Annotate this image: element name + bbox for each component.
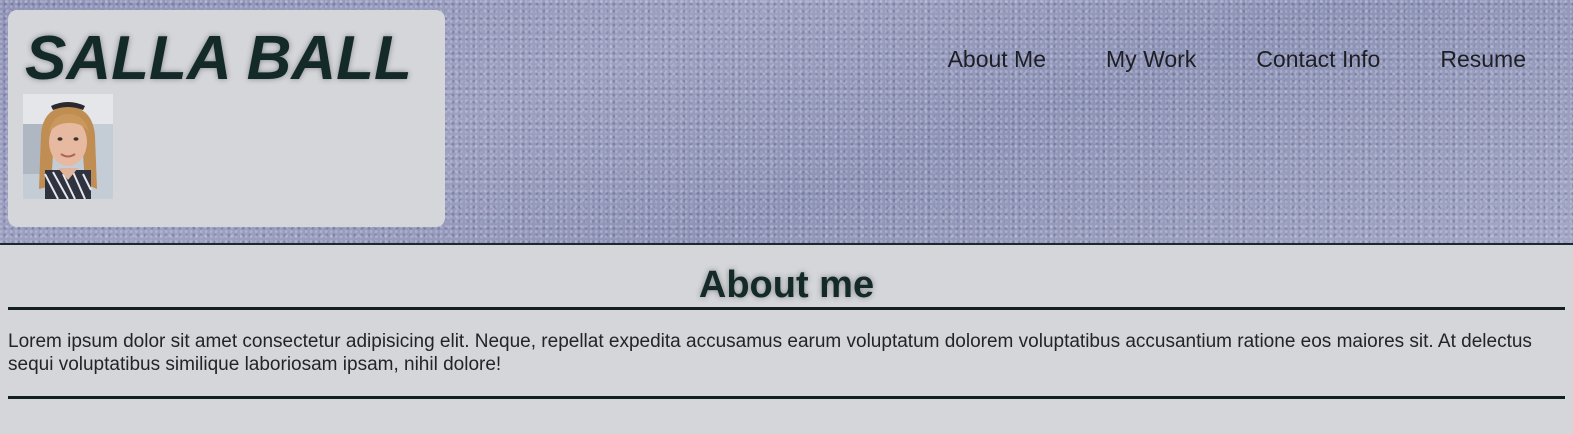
brand-card: SALLA BALL [8, 10, 445, 227]
divider-top [8, 307, 1565, 310]
about-paragraph: Lorem ipsum dolor sit amet consectetur a… [8, 331, 1532, 375]
nav-link-my-work[interactable]: My Work [1106, 44, 1196, 74]
main-nav: About Me My Work Contact Info Resume [948, 44, 1526, 74]
nav-link-contact-info[interactable]: Contact Info [1256, 44, 1380, 74]
nav-link-resume[interactable]: Resume [1440, 44, 1526, 74]
site-title: SALLA BALL [25, 24, 412, 93]
nav-link-about-me[interactable]: About Me [948, 44, 1046, 74]
main-content: About me Lorem ipsum dolor sit amet cons… [0, 263, 1573, 399]
divider-bottom [8, 396, 1565, 399]
header-banner: SALLA BALL About Me My Work Contact Info [0, 0, 1573, 245]
avatar [23, 94, 113, 199]
profile-photo-image [23, 94, 113, 199]
section-title: About me [698, 264, 875, 306]
